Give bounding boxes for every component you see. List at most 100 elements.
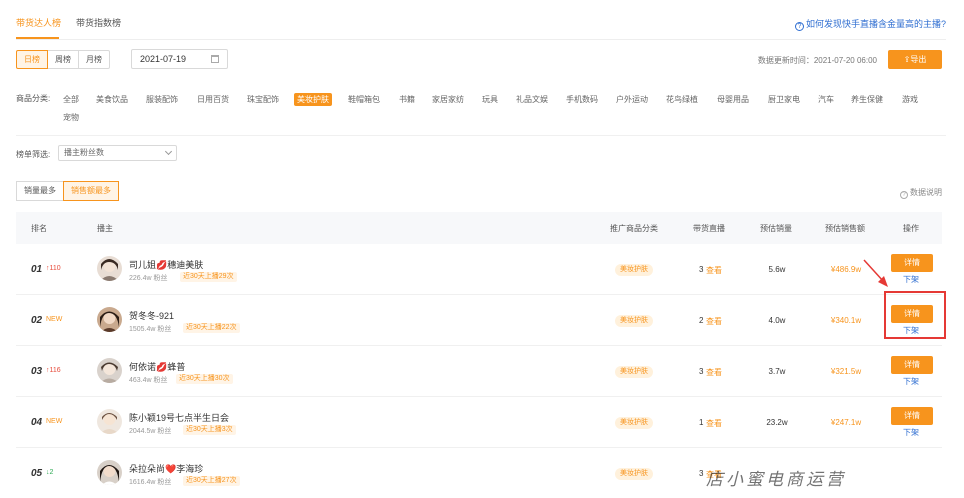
live-frequency-badge: 近30天上播22次 xyxy=(183,323,240,333)
sort-by-revenue-button[interactable]: 销售额最多 xyxy=(63,181,119,201)
rank-number: 01 xyxy=(31,264,43,275)
category-baby[interactable]: 母婴用品 xyxy=(714,93,752,106)
category-jewelry[interactable]: 珠宝配饰 xyxy=(244,93,282,106)
category-pets[interactable]: 宠物 xyxy=(60,111,82,124)
estimated-sales: 5.6w xyxy=(768,265,786,274)
category-appliances[interactable]: 厨卫家电 xyxy=(765,93,803,106)
monthly-button[interactable]: 月榜 xyxy=(78,50,110,69)
category-toys[interactable]: 玩具 xyxy=(479,93,501,106)
category-home[interactable]: 家居家纺 xyxy=(429,93,467,106)
fan-count: 2044.5w 粉丝 xyxy=(129,428,172,435)
view-live-link[interactable]: 查看 xyxy=(706,367,722,378)
category-beauty[interactable]: 美妆护肤 xyxy=(294,93,332,106)
rank-trend: ↑110 xyxy=(46,265,61,272)
rank-number: 03 xyxy=(31,366,43,377)
category-label: 商品分类: xyxy=(16,94,51,103)
header-revenue: 预估销售额 xyxy=(825,224,865,233)
detail-button[interactable]: 详情 xyxy=(891,356,933,374)
rank-trend: ↑116 xyxy=(46,367,61,374)
category-badge: 美妆护肤 xyxy=(615,417,653,429)
live-frequency-badge: 近30天上播30次 xyxy=(176,374,233,384)
estimated-revenue: ¥247.1w xyxy=(830,418,862,427)
fan-count: 1505.4w 粉丝 xyxy=(129,326,172,333)
filter-select[interactable]: 播主粉丝数 xyxy=(58,145,177,161)
header-category: 推广商品分类 xyxy=(610,224,658,233)
streamer-name[interactable]: 陈小颖19号七点半生日会 xyxy=(129,411,229,424)
data-description-link[interactable]: ? 数据说明 xyxy=(900,187,942,199)
streamer-name[interactable]: 司儿姐💋穗迪美肤 xyxy=(129,258,203,271)
fan-count: 226.4w 粉丝 xyxy=(129,275,168,282)
header-sales: 预估销量 xyxy=(760,224,792,233)
rank-number: 05 xyxy=(31,468,43,479)
daily-button[interactable]: 日榜 xyxy=(16,50,48,69)
table-header: 排名 播主 推广商品分类 带货直播 预估销量 预估销售额 操作 xyxy=(16,212,942,244)
divider xyxy=(16,135,946,136)
streamer-name[interactable]: 朵拉朵尚❤️李海珍 xyxy=(129,462,203,475)
rank-trend: NEW xyxy=(46,316,63,323)
rank-number: 04 xyxy=(31,417,43,428)
category-health[interactable]: 养生保健 xyxy=(848,93,886,106)
category-badge: 美妆护肤 xyxy=(615,315,653,327)
date-picker[interactable]: 2021-07-19 xyxy=(131,49,228,69)
offshelf-link[interactable]: 下架 xyxy=(903,274,919,285)
category-books[interactable]: 书籍 xyxy=(396,93,418,106)
table-row: 01 ↑110 司儿姐💋穗迪美肤 226.4w 粉丝 近30天上播29次 美妆护… xyxy=(16,244,942,295)
estimated-revenue: ¥486.9w xyxy=(830,265,862,274)
category-shoes-bags[interactable]: 鞋帽箱包 xyxy=(345,93,383,106)
category-games[interactable]: 游戏 xyxy=(899,93,921,106)
data-description-text: 数据说明 xyxy=(910,188,942,197)
help-link[interactable]: ? 如何发现快手直播含金量高的主播? xyxy=(794,17,946,31)
view-live-link[interactable]: 查看 xyxy=(706,316,722,327)
category-plants[interactable]: 花鸟绿植 xyxy=(663,93,701,106)
detail-button[interactable]: 详情 xyxy=(891,254,933,272)
view-live-link[interactable]: 查看 xyxy=(706,265,722,276)
avatar[interactable] xyxy=(97,460,122,485)
export-button[interactable]: ⇪导出 xyxy=(888,50,942,69)
view-live-link[interactable]: 查看 xyxy=(706,418,722,429)
date-value: 2021-07-19 xyxy=(140,54,187,64)
estimated-sales: 4.0w xyxy=(768,316,786,325)
header-action: 操作 xyxy=(903,224,919,233)
category-food[interactable]: 美食饮品 xyxy=(93,93,131,106)
live-count: 1 xyxy=(699,418,704,427)
table-row: 03 ↑116 何依诺💋蜂普 463.4w 粉丝 近30天上播30次 美妆护肤 … xyxy=(16,346,942,397)
avatar[interactable] xyxy=(97,409,122,434)
weekly-button[interactable]: 周榜 xyxy=(47,50,79,69)
table-row: 04 NEW 陈小颖19号七点半生日会 2044.5w 粉丝 近30天上播3次 … xyxy=(16,397,942,448)
tab-talent-rank[interactable]: 带货达人榜 xyxy=(16,16,61,29)
detail-button[interactable]: 详情 xyxy=(891,407,933,425)
fan-count: 1616.4w 粉丝 xyxy=(129,479,172,486)
question-icon: ? xyxy=(794,22,804,31)
category-outdoor[interactable]: 户外运动 xyxy=(613,93,651,106)
category-all[interactable]: 全部 xyxy=(60,93,82,106)
rank-trend: NEW xyxy=(46,418,63,425)
avatar[interactable] xyxy=(97,307,122,332)
table-row: 02 NEW 贺冬冬-921 1505.4w 粉丝 近30天上播22次 美妆护肤… xyxy=(16,295,942,346)
help-link-text: 如何发现快手直播含金量高的主播? xyxy=(805,19,946,29)
header-rank: 排名 xyxy=(31,224,47,233)
avatar[interactable] xyxy=(97,358,122,383)
question-icon: ? xyxy=(900,191,908,199)
rank-tabs: 带货达人榜 带货指数榜 ? 如何发现快手直播含金量高的主播? xyxy=(16,0,946,40)
category-daily[interactable]: 日用百货 xyxy=(194,93,232,106)
streamer-name[interactable]: 何依诺💋蜂普 xyxy=(129,360,185,373)
estimated-sales: 23.2w xyxy=(766,418,788,427)
header-streamer: 播主 xyxy=(97,224,113,233)
rank-number: 02 xyxy=(31,315,43,326)
category-gifts[interactable]: 礼品文娱 xyxy=(513,93,551,106)
live-frequency-badge: 近30天上播3次 xyxy=(183,425,236,435)
offshelf-link[interactable]: 下架 xyxy=(903,427,919,438)
active-tab-indicator xyxy=(16,37,59,39)
category-apparel[interactable]: 服装配饰 xyxy=(143,93,181,106)
sort-by-volume-button[interactable]: 销量最多 xyxy=(16,181,64,201)
category-badge: 美妆护肤 xyxy=(615,366,653,378)
avatar[interactable] xyxy=(97,256,122,281)
offshelf-link[interactable]: 下架 xyxy=(903,376,919,387)
streamer-name[interactable]: 贺冬冬-921 xyxy=(129,309,174,322)
category-auto[interactable]: 汽车 xyxy=(815,93,837,106)
sort-toggle: 销量最多 销售额最多 xyxy=(16,181,119,201)
live-count: 2 xyxy=(699,316,704,325)
category-badge: 美妆护肤 xyxy=(615,468,653,480)
category-digital[interactable]: 手机数码 xyxy=(563,93,601,106)
tab-index-rank[interactable]: 带货指数榜 xyxy=(76,16,121,29)
